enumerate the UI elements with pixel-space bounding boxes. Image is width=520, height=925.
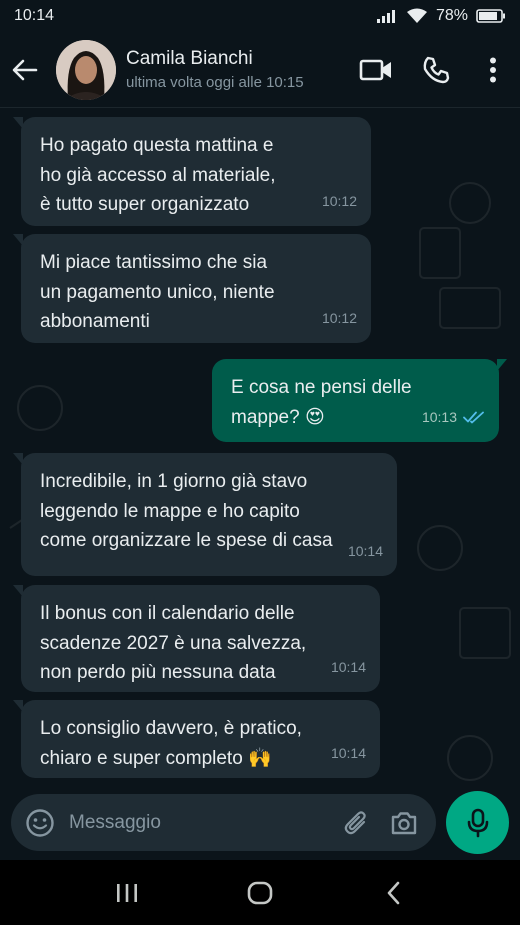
arrow-left-icon (12, 59, 38, 80)
system-nav-bar (0, 860, 520, 925)
recent-apps-icon (116, 883, 137, 902)
message-bubble[interactable]: Il bonus con il calendario delle scadenz… (13, 585, 380, 692)
chat-area[interactable]: Ho pagato questa mattina e ho già access… (0, 108, 520, 786)
voice-call-button[interactable] (406, 40, 466, 100)
message-time: 10:13 (421, 408, 457, 425)
wifi-icon (406, 8, 427, 23)
contact-info[interactable]: Camila Bianchi ultima volta oggi alle 10… (126, 48, 304, 91)
message-input[interactable] (69, 794, 332, 851)
avatar-photo (56, 39, 116, 100)
header-actions (346, 40, 520, 100)
home-icon (247, 881, 273, 904)
message-meta: 10:14 (331, 739, 366, 769)
message-text: Ho pagato questa mattina e ho già access… (40, 135, 276, 215)
voice-message-button[interactable] (446, 791, 509, 854)
chevron-left-icon (388, 881, 400, 904)
message-bubble[interactable]: Mi piace tantissimo che sia un pagamento… (13, 234, 371, 343)
video-camera-icon (359, 59, 391, 80)
message-text: Il bonus con il calendario delle scadenz… (40, 603, 307, 683)
status-icons: 78% (376, 7, 506, 25)
message-meta: 10:14 (348, 537, 383, 567)
recent-apps-button[interactable] (97, 868, 157, 918)
message-bubble[interactable]: E cosa ne pensi delle mappe? 😍 10:13 (212, 359, 507, 442)
message-bubble[interactable]: Incredibile, in 1 giorno già stavo legge… (13, 453, 397, 576)
message-meta: 10:14 (331, 653, 366, 683)
camera-icon (391, 811, 417, 834)
composer-bar (0, 786, 520, 860)
video-call-button[interactable] (346, 40, 406, 100)
message-time: 10:14 (347, 542, 383, 559)
home-button[interactable] (230, 868, 290, 918)
message-text: Incredibile, in 1 giorno già stavo legge… (40, 471, 333, 551)
more-options-button[interactable] (466, 40, 520, 100)
message-time: 10:12 (321, 192, 357, 209)
emoji-button[interactable] (11, 794, 69, 851)
back-button[interactable] (0, 45, 50, 95)
double-check-read-icon (463, 411, 484, 424)
contact-last-seen: ultima volta oggi alle 10:15 (126, 74, 304, 91)
message-meta: 10:12 (322, 187, 357, 217)
message-meta: 10:13 (422, 403, 485, 433)
camera-button[interactable] (380, 794, 428, 851)
contact-name: Camila Bianchi (126, 48, 253, 69)
back-nav-button[interactable] (363, 868, 423, 918)
message-time: 10:12 (321, 309, 357, 326)
paperclip-icon (344, 810, 366, 834)
emoji-icon (26, 808, 54, 837)
chat-header: Camila Bianchi ultima volta oggi alle 10… (0, 32, 520, 108)
avatar[interactable] (56, 39, 116, 100)
message-meta: 10:12 (322, 304, 357, 334)
more-vertical-icon (490, 57, 496, 82)
status-bar: 10:14 78% (0, 0, 520, 32)
microphone-icon (467, 808, 488, 837)
battery-icon (476, 9, 505, 23)
signal-icon (376, 10, 395, 23)
attach-button[interactable] (332, 794, 380, 851)
message-text: Lo consiglio davvero, è pratico, chiaro … (40, 718, 302, 769)
composer-pill (11, 794, 436, 851)
battery-percent: 78% (435, 7, 468, 24)
message-text: Mi piace tantissimo che sia un pagamento… (40, 252, 275, 332)
message-bubble[interactable]: Ho pagato questa mattina e ho già access… (13, 117, 371, 226)
phone-icon (423, 56, 450, 83)
message-time: 10:14 (330, 658, 366, 675)
message-bubble[interactable]: Lo consiglio davvero, è pratico, chiaro … (13, 700, 380, 778)
message-time: 10:14 (330, 744, 366, 761)
status-time: 10:14 (14, 7, 55, 24)
